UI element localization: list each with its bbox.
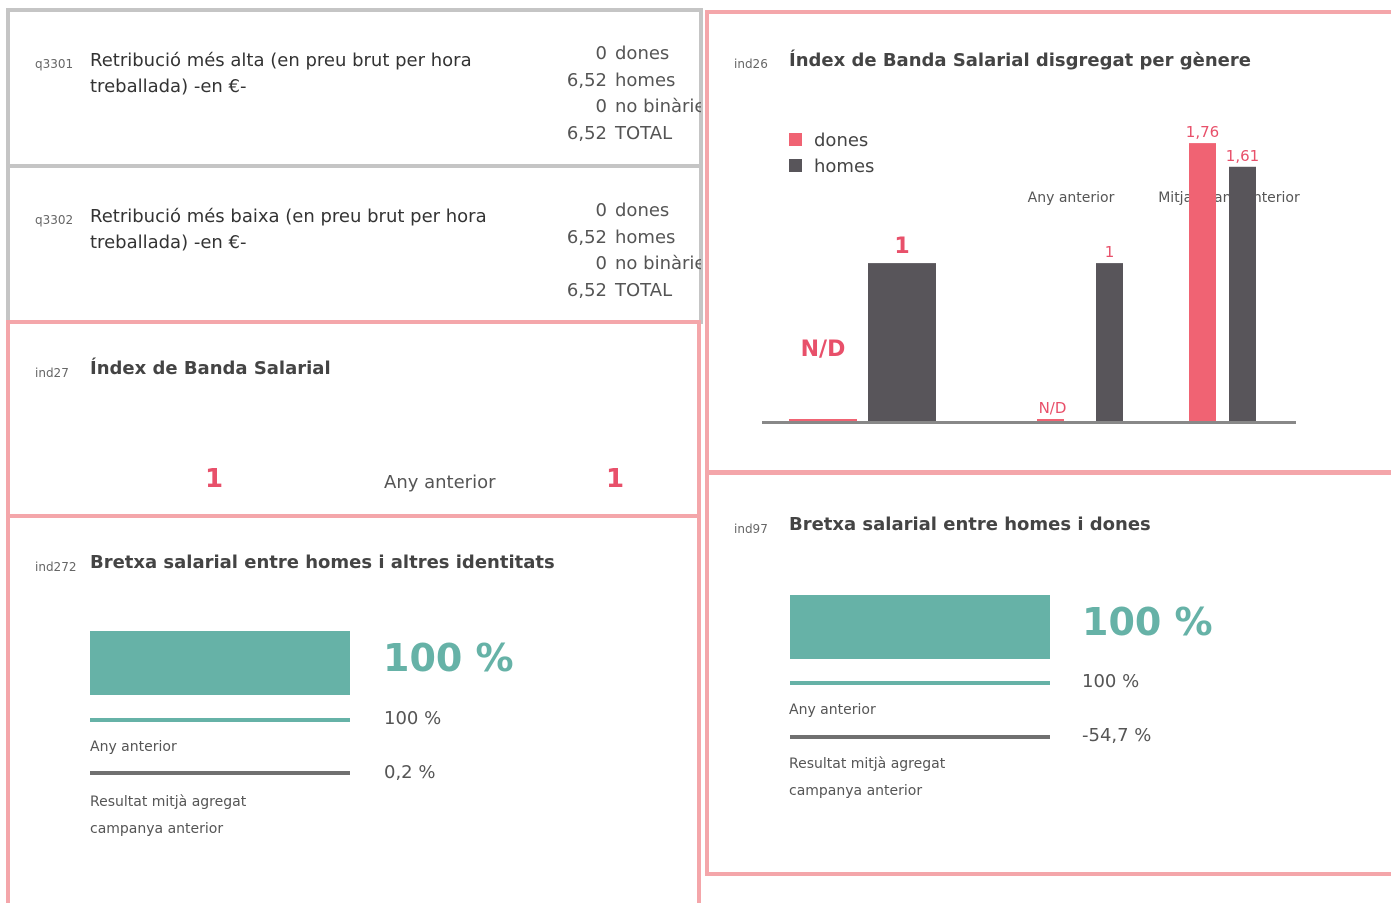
bar-dones: [789, 419, 857, 421]
previous-year-line: [90, 718, 350, 722]
question-label: Retribució més alta (en preu brut per ho…: [90, 50, 472, 97]
bar-dones: [1037, 419, 1064, 421]
question-values: 0 dones 6,52 homes 0 no binàrie 6,52 TOTAL: [565, 41, 701, 147]
data-label: 1,76: [1186, 123, 1219, 141]
gap-bar: [90, 631, 350, 695]
question-label: Retribució més baixa (en preu brut per h…: [90, 206, 487, 253]
bar-homes: [868, 263, 936, 421]
data-label: 1,61: [1226, 147, 1259, 165]
gender-band-chart: N/D1Any anteriorN/D1Mitjana any anterior…: [762, 123, 1300, 424]
indicator-code: ind97: [734, 522, 768, 536]
indicator-code: ind27: [35, 366, 69, 380]
average-label: Resultat mitjà agregat campanya anterior: [90, 794, 247, 837]
bar-dones: [1189, 143, 1216, 421]
data-label: N/D: [1039, 399, 1067, 417]
value-row: 0 no binàrie: [595, 96, 701, 117]
average-value: 0,2 %: [384, 762, 436, 783]
indicator-value: 1: [205, 464, 224, 494]
previous-year-value: 1: [606, 464, 625, 494]
group-label: Any anterior: [1028, 190, 1115, 206]
gap-value: 100 %: [1082, 600, 1213, 644]
indicator-code: ind272: [35, 560, 77, 574]
value-row: 6,52 homes: [566, 69, 676, 91]
average-line: [90, 771, 350, 775]
bar-homes: [1096, 263, 1123, 421]
previous-year-value: 100 %: [384, 708, 442, 729]
indicator-title: Bretxa salarial entre homes i altres ide…: [90, 552, 555, 573]
indicator-title: Índex de Banda Salarial: [90, 358, 331, 379]
chart-baseline: [762, 421, 1296, 424]
average-label: Resultat mitjà agregat campanya anterior: [789, 756, 946, 799]
panel-ind27: ind27 Índex de Banda Salarial 1 Any ante…: [6, 320, 701, 518]
data-label: 1: [1105, 243, 1115, 261]
panel-ind272: ind272 Bretxa salarial entre homes i alt…: [6, 514, 701, 903]
value-row: 6,52 homes: [566, 226, 676, 248]
indicator-title: Bretxa salarial entre homes i dones: [789, 514, 1151, 535]
previous-year-label: Any anterior: [384, 472, 496, 493]
previous-year-line: [790, 681, 1050, 685]
value-row: 0 dones: [595, 43, 670, 64]
gap-bar: [790, 595, 1050, 659]
previous-year-label: Any anterior: [90, 739, 177, 755]
panel-q3302: q3302 Retribució més baixa (en preu brut…: [6, 164, 703, 324]
previous-year-value: 100 %: [1082, 671, 1140, 692]
value-row: 0 no binàrie: [595, 253, 701, 274]
panel-ind26: ind26 Índex de Banda Salarial disgregat …: [705, 10, 1391, 474]
question-values: 0 dones 6,52 homes 0 no binàrie 6,52 TOTAL: [565, 198, 701, 304]
panel-q3301: q3301 Retribució més alta (en preu brut …: [6, 8, 703, 168]
average-line: [790, 735, 1050, 739]
previous-year-label: Any anterior: [789, 702, 876, 718]
value-row: 0 dones: [595, 200, 670, 221]
gap-value: 100 %: [383, 636, 514, 680]
average-value: -54,7 %: [1082, 725, 1152, 746]
data-label: N/D: [801, 337, 846, 362]
panel-ind97: ind97 Bretxa salarial entre homes i done…: [705, 471, 1391, 876]
question-code: q3302: [35, 213, 74, 227]
question-code: q3301: [35, 57, 74, 71]
bar-homes: [1229, 166, 1256, 421]
data-label: 1: [894, 234, 909, 259]
value-row: 6,52 TOTAL: [566, 279, 673, 301]
value-row: 6,52 TOTAL: [566, 122, 673, 144]
